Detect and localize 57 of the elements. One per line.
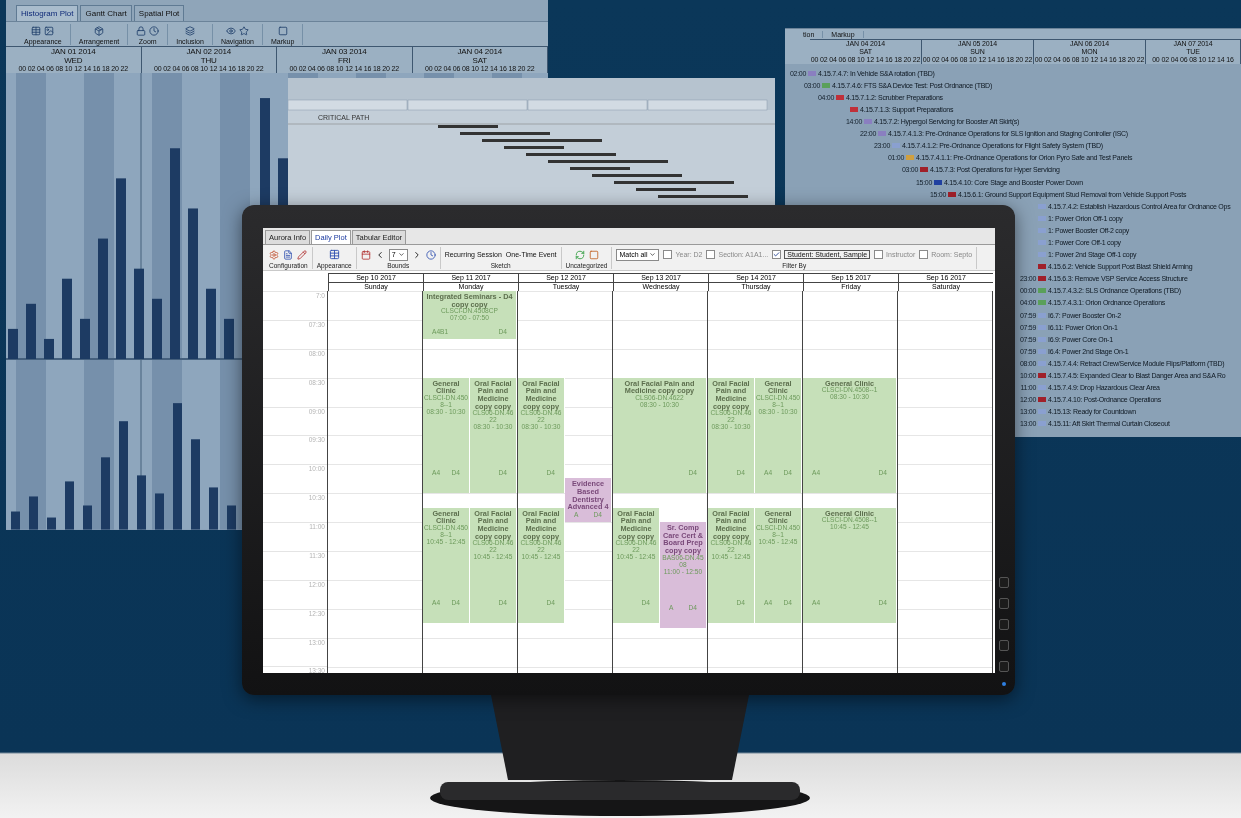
histogram-bar: [209, 487, 218, 530]
refresh-icon[interactable]: [574, 249, 585, 260]
bezel-button[interactable]: [999, 640, 1009, 651]
tab[interactable]: Gantt Chart: [80, 5, 132, 21]
histogram-bar: [29, 496, 38, 530]
histogram-bar: [227, 505, 236, 530]
date-label: JAN 01 2014: [50, 47, 96, 57]
eye-icon[interactable]: [225, 26, 236, 36]
bezel-button[interactable]: [999, 577, 1009, 588]
pencil-icon[interactable]: [297, 249, 308, 260]
clock-icon[interactable]: [425, 249, 436, 260]
image-icon[interactable]: [44, 26, 55, 36]
bezel-button[interactable]: [999, 619, 1009, 630]
checkbox[interactable]: [919, 250, 929, 259]
tab[interactable]: Histogram Plot: [16, 5, 79, 21]
histogram-bar: [80, 319, 90, 360]
histogram-bar: [83, 505, 92, 530]
calendar-icon[interactable]: [360, 249, 371, 260]
power-light: [1002, 682, 1006, 686]
caret-icon: [397, 251, 405, 258]
box-icon[interactable]: [94, 26, 104, 36]
date-label: JAN 04 2014: [457, 47, 503, 57]
date-label: JAN 02 2014: [186, 47, 232, 57]
weekday-label: THU: [200, 56, 217, 66]
weekday-label: SAT: [472, 56, 487, 66]
bezel-button[interactable]: [999, 661, 1009, 672]
document-icon[interactable]: [283, 249, 294, 260]
square-icon[interactable]: [277, 26, 288, 36]
table-icon[interactable]: [31, 26, 42, 36]
layers-icon[interactable]: [185, 26, 196, 36]
table-icon[interactable]: [328, 249, 340, 260]
histogram-bar: [155, 493, 164, 530]
date-label: JAN 03 2014: [321, 47, 367, 57]
caret-icon: [649, 251, 657, 258]
histogram-bar: [11, 511, 20, 530]
checkbox[interactable]: [663, 250, 673, 259]
square-icon[interactable]: [588, 249, 599, 260]
histogram-bar: [65, 481, 74, 530]
weekday-label: FRI: [338, 56, 351, 66]
histogram-bar: [47, 517, 56, 530]
histogram-bar: [8, 329, 18, 360]
bezel-button[interactable]: [999, 598, 1009, 609]
checkbox[interactable]: [772, 250, 782, 259]
histogram-bar: [224, 319, 234, 360]
histogram-bar: [26, 304, 36, 360]
weekday-label: WED: [64, 56, 83, 66]
gear-icon[interactable]: [269, 249, 280, 260]
checkbox[interactable]: [874, 250, 884, 259]
histogram-bar: [137, 475, 146, 530]
histogram-bar: [44, 339, 54, 360]
histogram-bar: [206, 289, 216, 360]
checkbox[interactable]: [706, 250, 716, 259]
clock-icon[interactable]: [149, 26, 160, 36]
star-icon[interactable]: [238, 26, 249, 36]
lock-icon[interactable]: [136, 26, 147, 36]
tab[interactable]: Spatial Plot: [133, 5, 185, 21]
histogram-bar: [152, 299, 162, 360]
